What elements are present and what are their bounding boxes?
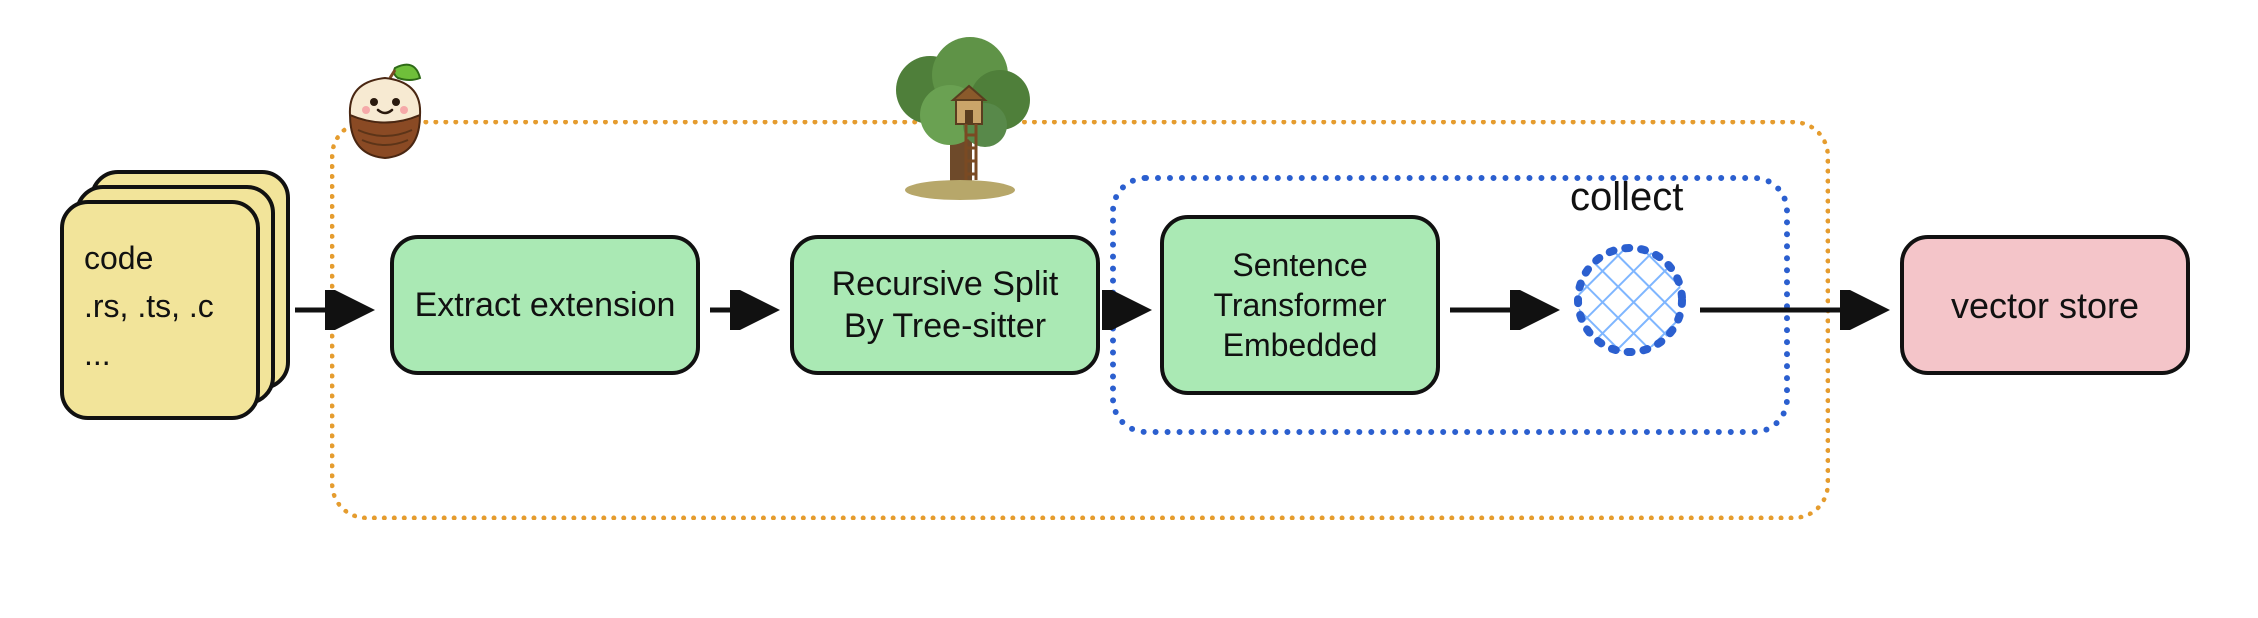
output-vector-store: vector store (1900, 235, 2190, 375)
step-embed: Sentence Transformer Embedded (1160, 215, 1440, 395)
code-input-stack: code .rs, .ts, .c ... (60, 170, 290, 420)
step-split-label: Recursive Split By Tree-sitter (832, 263, 1059, 348)
collect-node (1570, 240, 1690, 360)
nut-mascot-icon (340, 60, 430, 160)
step-extract-label: Extract extension (415, 284, 676, 327)
step-extract-extension: Extract extension (390, 235, 700, 375)
step-recursive-split: Recursive Split By Tree-sitter (790, 235, 1100, 375)
code-line-3: ... (84, 330, 111, 378)
treehouse-icon (870, 30, 1050, 200)
collect-label: collect (1570, 175, 1683, 220)
pipeline-diagram: code .rs, .ts, .c ... Extract extension … (0, 0, 2258, 618)
code-line-1: code (84, 234, 153, 282)
code-card-front: code .rs, .ts, .c ... (60, 200, 260, 420)
code-line-2: .rs, .ts, .c (84, 282, 214, 330)
collect-hatched-circle-icon (1570, 240, 1690, 360)
output-label: vector store (1951, 283, 2139, 328)
step-embed-label: Sentence Transformer Embedded (1213, 245, 1386, 365)
